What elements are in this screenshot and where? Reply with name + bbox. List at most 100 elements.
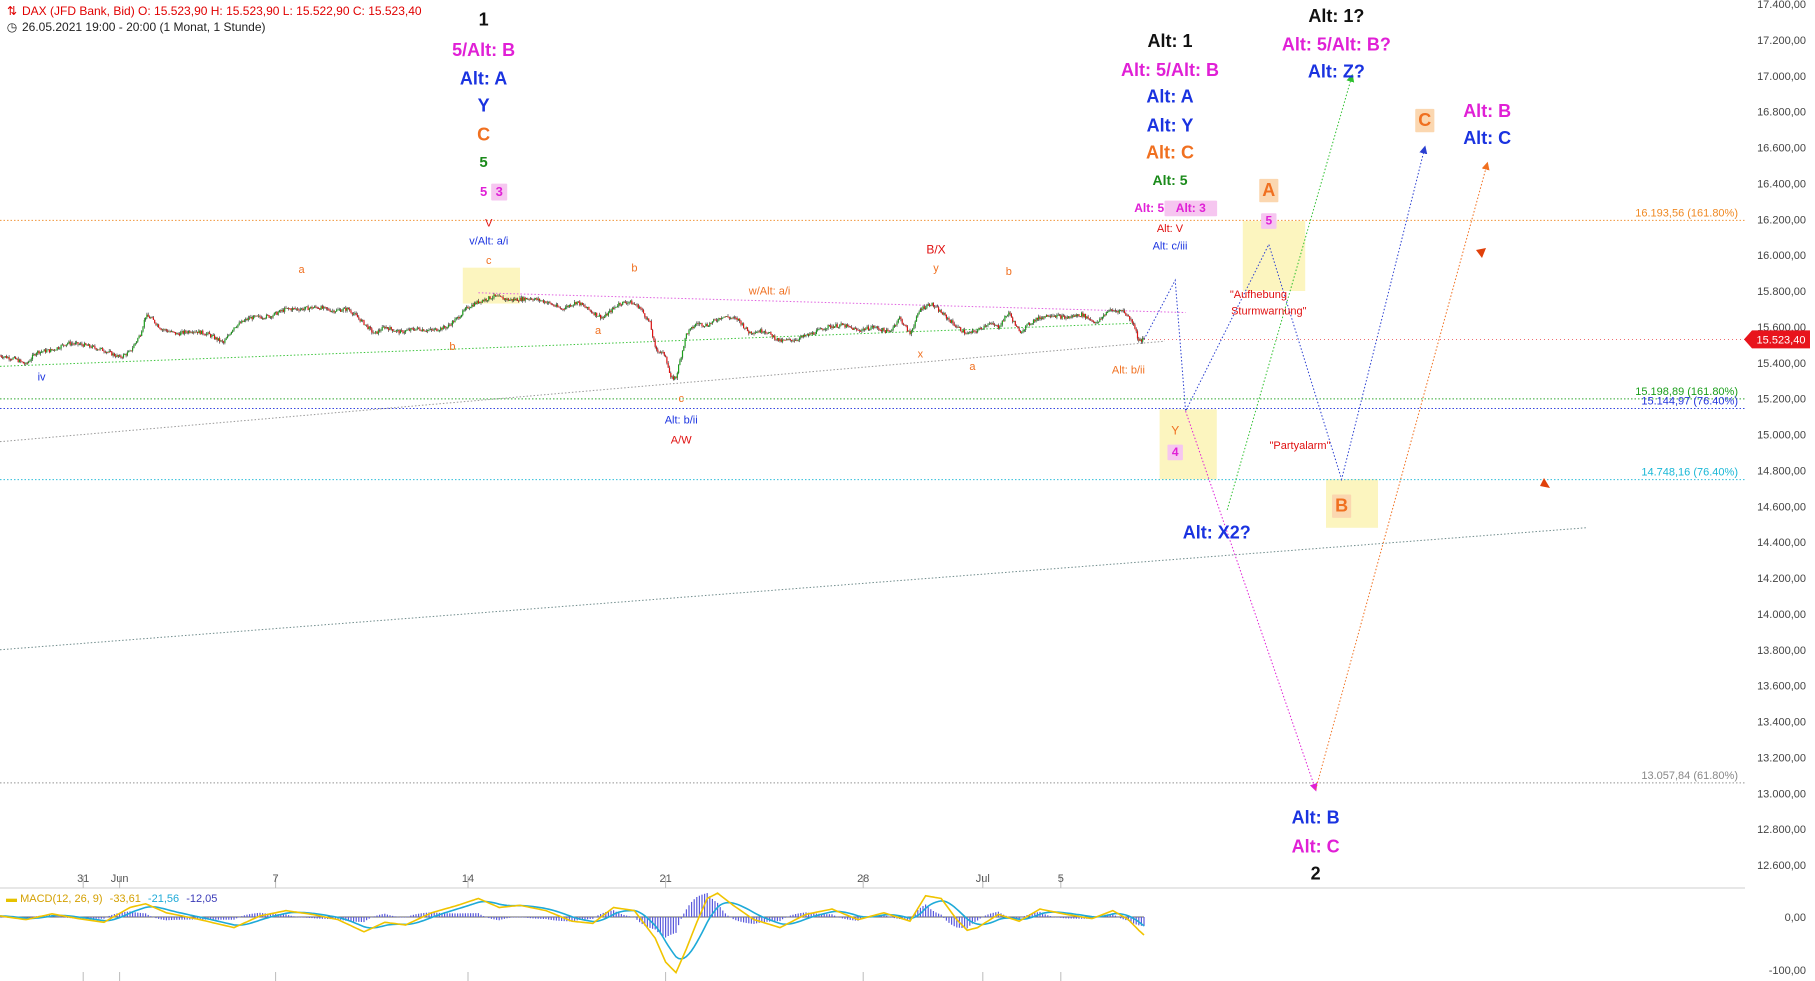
macd-hist-bar	[311, 917, 313, 919]
macd-hist-bar	[217, 917, 219, 920]
macd-hist-bar	[553, 917, 555, 921]
candle-body	[970, 331, 972, 334]
y-tick-label: 15.400,00	[1757, 358, 1806, 370]
macd-hist-bar	[59, 916, 61, 918]
macd-hist-bar	[631, 916, 633, 918]
candle-body	[728, 317, 730, 319]
macd-hist-bar	[176, 917, 178, 920]
candle-body	[191, 332, 193, 334]
candle-body	[505, 298, 507, 300]
candle-body	[861, 329, 863, 332]
wave-label: Alt: A	[1146, 87, 1193, 107]
candle-body	[819, 328, 821, 330]
candle-body	[575, 302, 577, 305]
macd-hist-bar	[1075, 917, 1077, 919]
macd-hist-bar	[953, 917, 955, 927]
candle-body	[1131, 319, 1133, 324]
candle-body	[159, 327, 161, 329]
candle-body	[736, 317, 738, 321]
macd-hist-bar	[672, 917, 674, 934]
macd-hist-bar	[555, 917, 557, 921]
candle-body	[295, 308, 297, 310]
candle-body	[934, 306, 936, 308]
candle-body	[106, 352, 108, 353]
candle-body	[80, 343, 82, 345]
macd-signal-value: -21,56	[147, 893, 180, 905]
macd-hist-bar	[171, 917, 173, 921]
candle-body	[875, 326, 877, 328]
candle-body	[5, 356, 8, 359]
candle-body	[730, 317, 732, 319]
candle-body	[761, 329, 763, 333]
candle-body	[481, 300, 483, 303]
trendline	[0, 527, 1587, 651]
candle-body	[473, 302, 476, 307]
candle-body	[540, 300, 542, 302]
candle-body	[228, 335, 230, 336]
candle-body	[444, 326, 446, 328]
candle-body	[28, 361, 30, 363]
candle-body	[202, 330, 204, 334]
candle-body	[1078, 314, 1080, 317]
candle-body	[1016, 325, 1018, 327]
candle-body	[277, 312, 279, 315]
macd-hist-bar	[386, 914, 388, 917]
wave-label: b	[631, 262, 637, 274]
candle-body	[1095, 322, 1097, 324]
candle-body	[632, 303, 634, 305]
candle-body	[414, 329, 416, 331]
macd-hist-bar	[839, 917, 841, 918]
candle-body	[314, 306, 316, 308]
candle-body	[602, 317, 604, 319]
candle-body	[1134, 324, 1136, 329]
highlight-box	[462, 267, 520, 304]
candle-body	[1006, 315, 1009, 317]
candle-body	[254, 315, 256, 317]
candle-body	[1108, 310, 1110, 313]
highlight-box	[1242, 221, 1306, 291]
candle-body	[11, 359, 13, 361]
candle-body	[207, 332, 209, 334]
candle-body	[1030, 324, 1032, 326]
candle-body	[1008, 312, 1010, 316]
candle-body	[429, 329, 431, 330]
candle-body	[52, 349, 54, 351]
candle-body	[527, 298, 529, 300]
candle-body	[68, 341, 70, 344]
candle-body	[1057, 314, 1059, 316]
candle-body	[226, 335, 229, 339]
wave-label: a	[595, 325, 602, 337]
macd-hist-bar	[498, 917, 500, 921]
candle-body	[217, 338, 219, 341]
candle-body	[161, 329, 164, 331]
candle-body	[948, 318, 950, 321]
candle-body	[215, 337, 217, 340]
candle-body	[752, 333, 754, 335]
candle-body	[795, 339, 797, 341]
candle-body	[115, 355, 117, 357]
candle-body	[1136, 331, 1139, 339]
candle-body	[509, 300, 511, 301]
candle-body	[347, 307, 349, 310]
macd-hist-bar	[384, 913, 386, 917]
candle-body	[386, 327, 388, 329]
y-tick-label: 17.400,00	[1757, 0, 1806, 11]
candle-body	[653, 336, 655, 341]
candle-body	[415, 328, 417, 331]
macd-hist-bar	[472, 913, 474, 917]
candle-body	[549, 301, 551, 303]
macd-hist-bar	[158, 917, 160, 919]
candle-body	[280, 310, 282, 312]
fib-level-layer: 16.193,56 (161.80%)15.198,89 (161.80%)15…	[0, 207, 1745, 784]
candle-body	[980, 328, 983, 329]
candle-body	[355, 313, 357, 315]
candle-body	[888, 330, 890, 332]
candle-body	[34, 354, 36, 356]
price-chart[interactable]: 16.193,56 (161.80%)15.198,89 (161.80%)15…	[0, 0, 1815, 981]
candle-body	[496, 295, 498, 297]
candle-body	[1065, 317, 1067, 319]
candle-body	[982, 328, 984, 330]
candle-body	[1138, 338, 1140, 341]
candle-body	[871, 326, 873, 328]
candle-body	[918, 311, 920, 314]
